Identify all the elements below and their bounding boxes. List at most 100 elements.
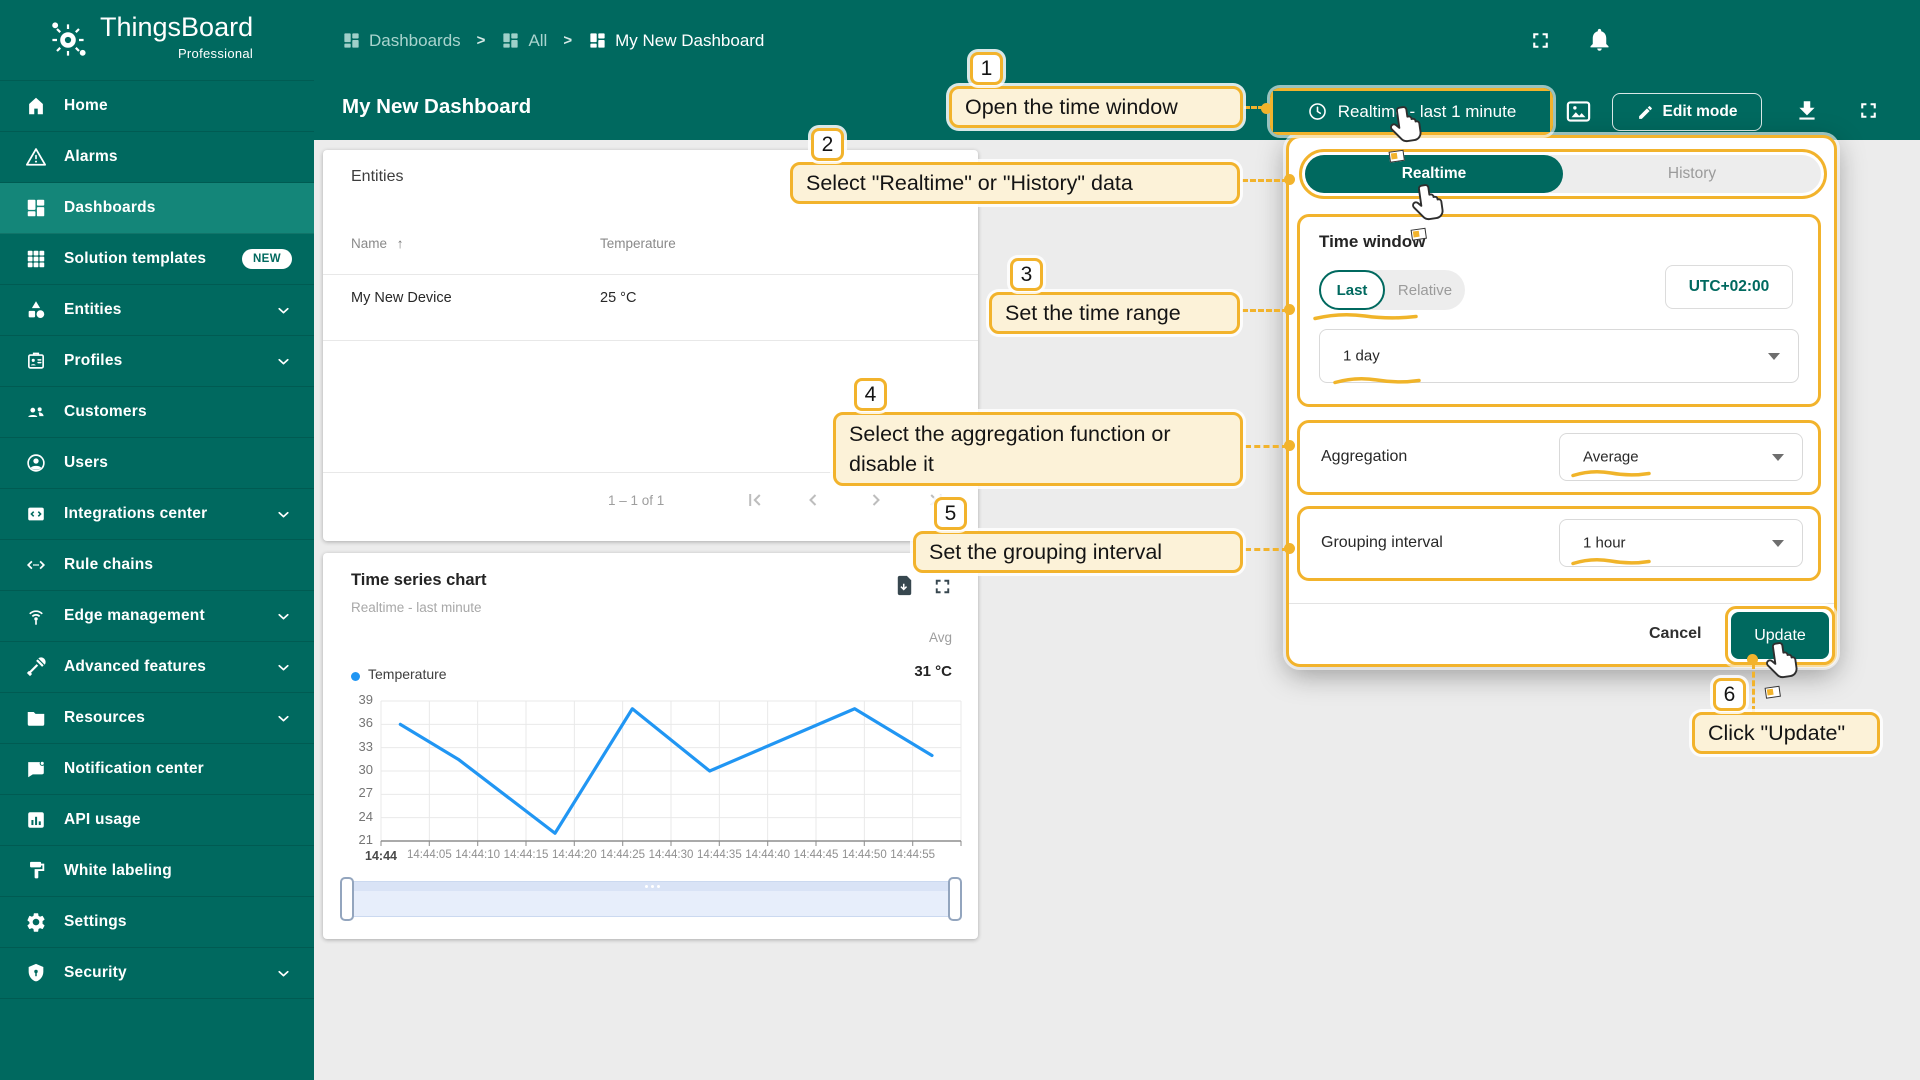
home-icon xyxy=(25,95,47,117)
cancel-button[interactable]: Cancel xyxy=(1649,625,1701,643)
connector-dot xyxy=(1284,440,1295,451)
table-cell-temperature: 25 °C xyxy=(600,290,636,306)
timezone-button[interactable]: UTC+02:00 xyxy=(1665,265,1793,309)
breadcrumb-item-dashboards[interactable]: Dashboards xyxy=(342,31,461,51)
export-file-icon[interactable] xyxy=(893,574,916,597)
sidebar-item-customers[interactable]: Customers xyxy=(0,387,314,438)
time-range-select[interactable]: 1 day xyxy=(1319,329,1799,383)
sidebar-item-profiles[interactable]: Profiles xyxy=(0,336,314,387)
sidebar-item-settings[interactable]: Settings xyxy=(0,897,314,948)
sidebar-item-notification-center[interactable]: Notification center xyxy=(0,744,314,795)
fullscreen-widget-icon[interactable] xyxy=(931,575,954,598)
api-icon xyxy=(25,809,47,831)
logo[interactable]: ThingsBoard Professional xyxy=(0,0,314,81)
x-tick-label: 14:44:45 xyxy=(794,849,839,861)
aggregation-select[interactable]: Average xyxy=(1559,433,1803,481)
dashboard-icon xyxy=(342,31,361,50)
notifications-bell-icon[interactable] xyxy=(1586,26,1613,53)
y-tick-label: 36 xyxy=(335,715,373,730)
x-tick-label: 14:44:20 xyxy=(552,849,597,861)
time-range-value: 1 day xyxy=(1343,348,1380,365)
breadcrumb-separator: > xyxy=(477,32,486,49)
thingsboard-logo-icon xyxy=(46,18,90,62)
breadcrumb-separator: > xyxy=(563,32,572,49)
sidebar-item-alarms[interactable]: Alarms xyxy=(0,132,314,183)
timeseries-widget: Time series chart Realtime - last minute… xyxy=(323,553,978,939)
sidebar-item-label: White labeling xyxy=(64,862,172,880)
sidebar-item-solution-templates[interactable]: Solution templatesNEW xyxy=(0,234,314,285)
sidebar-item-entities[interactable]: Entities xyxy=(0,285,314,336)
image-gallery-icon[interactable] xyxy=(1564,97,1593,126)
settings-icon xyxy=(25,911,47,933)
scrollbar-strip[interactable] xyxy=(348,882,954,891)
column-header-temperature[interactable]: Temperature xyxy=(600,236,676,251)
table-cell-name[interactable]: My New Device xyxy=(351,290,452,306)
sidebar-item-home[interactable]: Home xyxy=(0,81,314,132)
sidebar-item-advanced-features[interactable]: Advanced features xyxy=(0,642,314,693)
sidebar-item-users[interactable]: Users xyxy=(0,438,314,489)
first-page-icon[interactable] xyxy=(743,488,767,512)
sidebar-item-api-usage[interactable]: API usage xyxy=(0,795,314,846)
toggle-last[interactable]: Last xyxy=(1319,270,1385,310)
step-badge: 2 xyxy=(811,128,844,161)
sidebar-menu: HomeAlarms Dashboards Solution templatesNE… xyxy=(0,81,314,999)
breadcrumb-item-my-new-dashboard[interactable]: My New Dashboard xyxy=(588,31,764,51)
x-tick-label: 14:44:30 xyxy=(649,849,694,861)
hand-cursor-icon xyxy=(1407,176,1452,231)
grid-icon xyxy=(25,248,47,270)
fullscreen-dashboard-icon[interactable] xyxy=(1856,98,1881,123)
integrations-icon xyxy=(25,503,47,525)
column-header-name[interactable]: Name ↑ xyxy=(351,236,404,251)
breadcrumb-label: My New Dashboard xyxy=(615,31,764,51)
sidebar-item-label: Advanced features xyxy=(64,658,206,676)
sidebar-item-dashboards[interactable]: Dashboards xyxy=(0,183,314,234)
next-page-icon[interactable] xyxy=(864,488,888,512)
sidebar-item-label: Dashboards xyxy=(64,199,156,217)
sidebar-item-edge-management[interactable]: Edge management xyxy=(0,591,314,642)
sidebar-item-label: API usage xyxy=(64,811,141,829)
sidebar-item-rule-chains[interactable]: Rule chains xyxy=(0,540,314,591)
brand-name: ThingsBoard Professional xyxy=(100,14,253,67)
user-icon xyxy=(25,452,47,474)
connector-line xyxy=(1245,445,1288,448)
legend-series-label[interactable]: Temperature xyxy=(368,666,447,682)
toggle-relative[interactable]: Relative xyxy=(1385,270,1465,310)
range-handle-right[interactable] xyxy=(948,877,962,921)
sidebar: ThingsBoard Professional HomeAlarms Dashb… xyxy=(0,0,314,1080)
edit-mode-button[interactable]: Edit mode xyxy=(1612,93,1762,131)
entities-icon xyxy=(25,299,47,321)
range-handle-left[interactable] xyxy=(340,877,354,921)
callout-text: Set the time range xyxy=(1005,301,1181,325)
notification-icon xyxy=(25,758,47,780)
sidebar-item-label: Edge management xyxy=(64,607,205,625)
edge-icon xyxy=(25,605,47,627)
download-icon[interactable] xyxy=(1794,98,1820,124)
sidebar-item-resources[interactable]: Resources xyxy=(0,693,314,744)
previous-page-icon[interactable] xyxy=(801,488,825,512)
callout-text: Select "Realtime" or "History" data xyxy=(806,171,1133,195)
legend-agg-value: 31 °C xyxy=(914,663,952,680)
y-tick-label: 24 xyxy=(335,809,373,824)
widget-title: Time series chart xyxy=(351,571,486,590)
click-indicator-icon xyxy=(1389,150,1405,163)
time-range-scrollbar[interactable] xyxy=(347,881,955,917)
breadcrumb-label: All xyxy=(528,31,547,51)
realtime-history-toggle: Realtime History xyxy=(1305,155,1821,193)
drag-grip-icon xyxy=(651,885,654,888)
white-label-icon xyxy=(25,860,47,882)
connector-line xyxy=(1242,309,1288,312)
sidebar-item-label: Profiles xyxy=(64,352,122,370)
chevron-down-icon xyxy=(275,506,292,523)
fullscreen-icon[interactable] xyxy=(1528,28,1553,53)
clock-icon xyxy=(1307,101,1328,122)
breadcrumb-item-all[interactable]: All xyxy=(501,31,547,51)
sidebar-item-security[interactable]: Security xyxy=(0,948,314,999)
sidebar-item-integrations-center[interactable]: Integrations center xyxy=(0,489,314,540)
legend-series-dot xyxy=(351,672,360,681)
sidebar-item-white-labeling[interactable]: White labeling xyxy=(0,846,314,897)
time-window-popup: Realtime History Time window Last Relati… xyxy=(1286,135,1837,667)
tab-history[interactable]: History xyxy=(1563,155,1821,193)
x-tick-label: 14:44:10 xyxy=(455,849,500,861)
click-indicator-icon xyxy=(1765,686,1781,699)
grouping-interval-select[interactable]: 1 hour xyxy=(1559,519,1803,567)
